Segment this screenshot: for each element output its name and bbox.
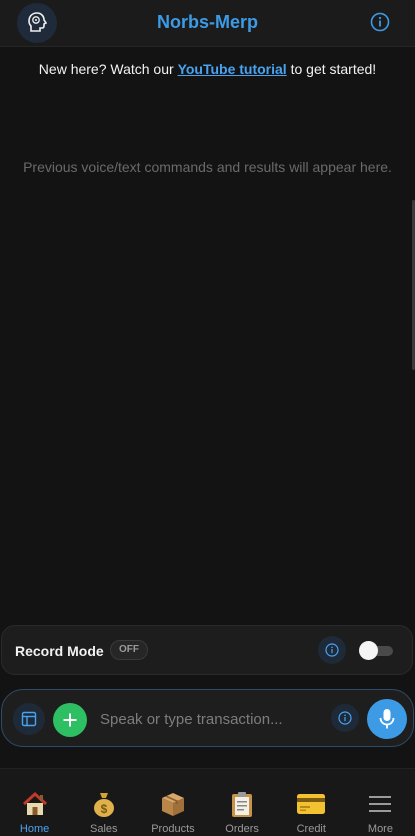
command-input[interactable]	[98, 707, 322, 731]
template-button[interactable]	[13, 703, 45, 735]
app-title: Norbs-Merp	[156, 12, 258, 32]
package-icon	[158, 789, 188, 819]
menu-icon	[365, 789, 395, 819]
microphone-icon	[379, 709, 395, 729]
clipboard-icon	[227, 789, 257, 819]
app-root: Norbs-Merp New here? Watch our YouTube t…	[0, 0, 415, 836]
toggle-knob	[359, 641, 378, 660]
nav-label: Sales	[89, 823, 118, 835]
nav-label: Products	[151, 823, 195, 835]
nav-item-products[interactable]: Products	[138, 769, 207, 836]
house-icon	[20, 789, 50, 819]
nav-label: Credit	[296, 823, 326, 835]
record-status-badge: OFF	[110, 640, 148, 660]
microphone-button[interactable]	[367, 699, 407, 739]
history-empty-message: Previous voice/text commands and results…	[23, 159, 392, 175]
svg-text:$: $	[100, 802, 107, 816]
nav-label: Orders	[225, 823, 259, 835]
layout-icon	[21, 711, 37, 727]
youtube-tutorial-link[interactable]: YouTube tutorial	[178, 61, 287, 77]
record-mode-label: Record Mode	[15, 643, 104, 659]
nav-item-credit[interactable]: Credit	[277, 769, 346, 836]
welcome-message: New here? Watch our YouTube tutorial to …	[0, 61, 415, 77]
info-icon[interactable]	[331, 704, 359, 732]
welcome-prefix: New here? Watch our	[38, 61, 178, 77]
welcome-suffix: to get started!	[286, 61, 377, 77]
record-mode-toggle[interactable]	[359, 641, 393, 660]
nav-item-sales[interactable]: $ Sales	[69, 769, 138, 836]
bottom-nav: Home $ Sales Products Orders Credit More	[0, 768, 415, 836]
nav-item-orders[interactable]: Orders	[208, 769, 277, 836]
nav-label: Home	[19, 823, 50, 835]
plus-icon	[63, 713, 77, 727]
nav-item-home[interactable]: Home	[0, 769, 69, 836]
money-bag-icon: $	[89, 789, 119, 819]
record-mode-bar: Record Mode OFF	[1, 625, 413, 675]
nav-item-more[interactable]: More	[346, 769, 415, 836]
nav-label: More	[367, 823, 393, 835]
app-header: Norbs-Merp	[0, 0, 415, 47]
info-icon[interactable]	[318, 636, 346, 664]
add-button[interactable]	[53, 703, 87, 737]
info-icon[interactable]	[370, 12, 390, 32]
command-input-bar	[1, 689, 414, 747]
credit-card-icon	[296, 789, 326, 819]
